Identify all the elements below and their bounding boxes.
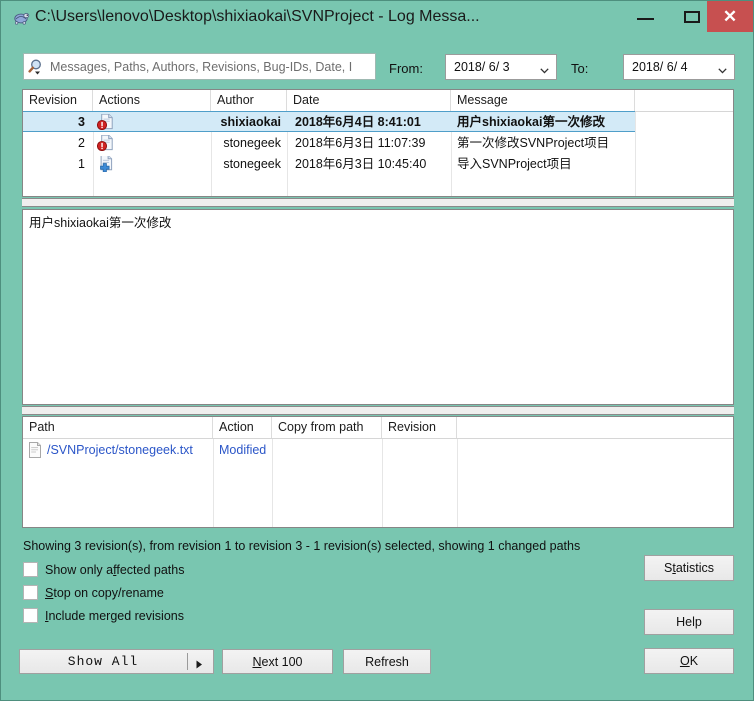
to-date-picker[interactable]: 2018/ 6/ 4 <box>623 54 735 80</box>
column-header-path[interactable]: Path <box>23 417 213 438</box>
next-100-button[interactable]: Next 100 <box>222 649 333 674</box>
table-row[interactable]: 2 stonegeek 2018年6月3日 11:07:39 第一次修改SVNProj… <box>23 133 733 154</box>
column-header-message[interactable]: Message <box>451 90 635 111</box>
file-modified-icon <box>93 133 211 154</box>
chevron-down-icon[interactable] <box>540 63 549 74</box>
commit-message-text: 用户shixiaokai第一次修改 <box>29 216 172 230</box>
search-input[interactable] <box>50 54 375 79</box>
statistics-button[interactable]: Statistics <box>644 555 734 581</box>
checkbox-label: Stop on copy/rename <box>45 583 164 603</box>
label-part-post: fected paths <box>116 563 185 577</box>
column-header-filler <box>635 90 733 111</box>
btn-part-post: K <box>689 654 699 668</box>
cell-revision <box>382 439 457 462</box>
table-row[interactable]: 1 stonegeek 2018年6月3日 10:45:40 导入SVNProject… <box>23 154 733 175</box>
from-label: From: <box>389 61 423 76</box>
btn-accel-key: O <box>679 654 690 668</box>
column-header-revision[interactable]: Revision <box>23 90 93 111</box>
status-text: Showing 3 revision(s), from revision 1 t… <box>23 539 581 553</box>
column-header-author[interactable]: Author <box>211 90 287 111</box>
maximize-icon <box>684 11 700 23</box>
cell-date: 2018年6月3日 11:07:39 <box>295 136 426 150</box>
cell-action: Modified <box>219 443 267 457</box>
checkbox-box[interactable] <box>23 585 38 600</box>
file-added-icon <box>93 154 211 175</box>
from-date-value: 2018/ 6/ 3 <box>454 60 510 74</box>
tortoise-icon <box>12 8 30 26</box>
to-label: To: <box>571 61 589 76</box>
search-box[interactable] <box>23 53 376 80</box>
splitter-top[interactable] <box>22 198 734 207</box>
window-title: C:\Users\lenovo\Desktop\shixiaokai\SVNPr… <box>35 8 480 25</box>
close-icon: ✕ <box>722 7 738 26</box>
cell-path: /SVNProject/stonegeek.txt <box>23 439 213 462</box>
chevron-right-icon[interactable] <box>196 658 203 669</box>
column-header-filler <box>457 417 733 438</box>
paths-list-header: Path Action Copy from path Revision <box>23 417 733 439</box>
checkbox-label: Include merged revisions <box>45 606 184 626</box>
cell-author: stonegeek <box>223 136 281 150</box>
changed-paths-list[interactable]: Path Action Copy from path Revision /SVNPro… <box>22 416 734 528</box>
show-all-label: Show All <box>67 654 139 669</box>
file-modified-icon <box>93 112 211 133</box>
minimize-button[interactable] <box>623 1 669 32</box>
cell-revision: 3 <box>78 115 85 129</box>
cell-message: 用户shixiaokai第一次修改 <box>457 115 605 129</box>
text-file-icon <box>28 442 44 458</box>
to-date-value: 2018/ 6/ 4 <box>632 60 688 74</box>
from-date-picker[interactable]: 2018/ 6/ 3 <box>445 54 557 80</box>
minimize-icon <box>637 18 654 20</box>
cell-author: shixiaokai <box>220 115 281 129</box>
column-header-revision[interactable]: Revision <box>382 417 457 438</box>
btn-accel-key: N <box>252 654 262 669</box>
revision-list[interactable]: Revision Actions Author Date Message 3 shixia… <box>22 89 734 197</box>
cell-author: stonegeek <box>223 157 281 171</box>
column-header-action[interactable]: Action <box>213 417 272 438</box>
title-bar: C:\Users\lenovo\Desktop\shixiaokai\SVNPr… <box>1 1 753 32</box>
column-header-date[interactable]: Date <box>287 90 451 111</box>
show-all-separator <box>187 653 188 670</box>
cell-revision: 1 <box>78 157 85 171</box>
label-part-post: top on copy/rename <box>53 586 164 600</box>
cell-date: 2018年6月3日 10:45:40 <box>295 157 427 171</box>
revision-list-header: Revision Actions Author Date Message <box>23 90 733 112</box>
cell-date: 2018年6月4日 8:41:01 <box>295 115 421 129</box>
cell-message: 导入SVNProject项目 <box>457 157 572 171</box>
log-messages-window: C:\Users\lenovo\Desktop\shixiaokai\SVNPr… <box>0 0 754 701</box>
btn-part-post: ext 100 <box>261 654 303 669</box>
close-button[interactable]: ✕ <box>707 1 753 32</box>
table-row[interactable]: 3 shixiaokai 2018年6月4日 8:41:01 用户shixiaokai… <box>23 112 733 133</box>
table-row[interactable]: /SVNProject/stonegeek.txt Modified <box>23 439 733 462</box>
chevron-down-icon[interactable] <box>718 63 727 74</box>
label-part-post: nclude merged revisions <box>48 609 184 623</box>
magnifier-icon[interactable] <box>28 58 48 76</box>
column-header-actions[interactable]: Actions <box>93 90 211 111</box>
checkbox-label: Show only affected paths <box>45 560 184 580</box>
splitter-bottom[interactable] <box>22 406 734 415</box>
btn-part-post: atistics <box>675 561 715 575</box>
ok-button[interactable]: OK <box>644 648 734 674</box>
commit-message-pane[interactable]: 用户shixiaokai第一次修改 <box>22 209 734 405</box>
cell-message: 第一次修改SVNProject项目 <box>457 136 610 150</box>
label-part-pre: Show only a <box>45 563 114 577</box>
checkbox-box[interactable] <box>23 562 38 577</box>
cell-copy-from-path <box>272 439 382 462</box>
help-button[interactable]: Help <box>644 609 734 635</box>
refresh-button[interactable]: Refresh <box>343 649 431 674</box>
show-all-button[interactable]: Show All <box>19 649 214 674</box>
cell-revision: 2 <box>78 136 85 150</box>
checkbox-box[interactable] <box>23 608 38 623</box>
column-header-copy-from-path[interactable]: Copy from path <box>272 417 382 438</box>
